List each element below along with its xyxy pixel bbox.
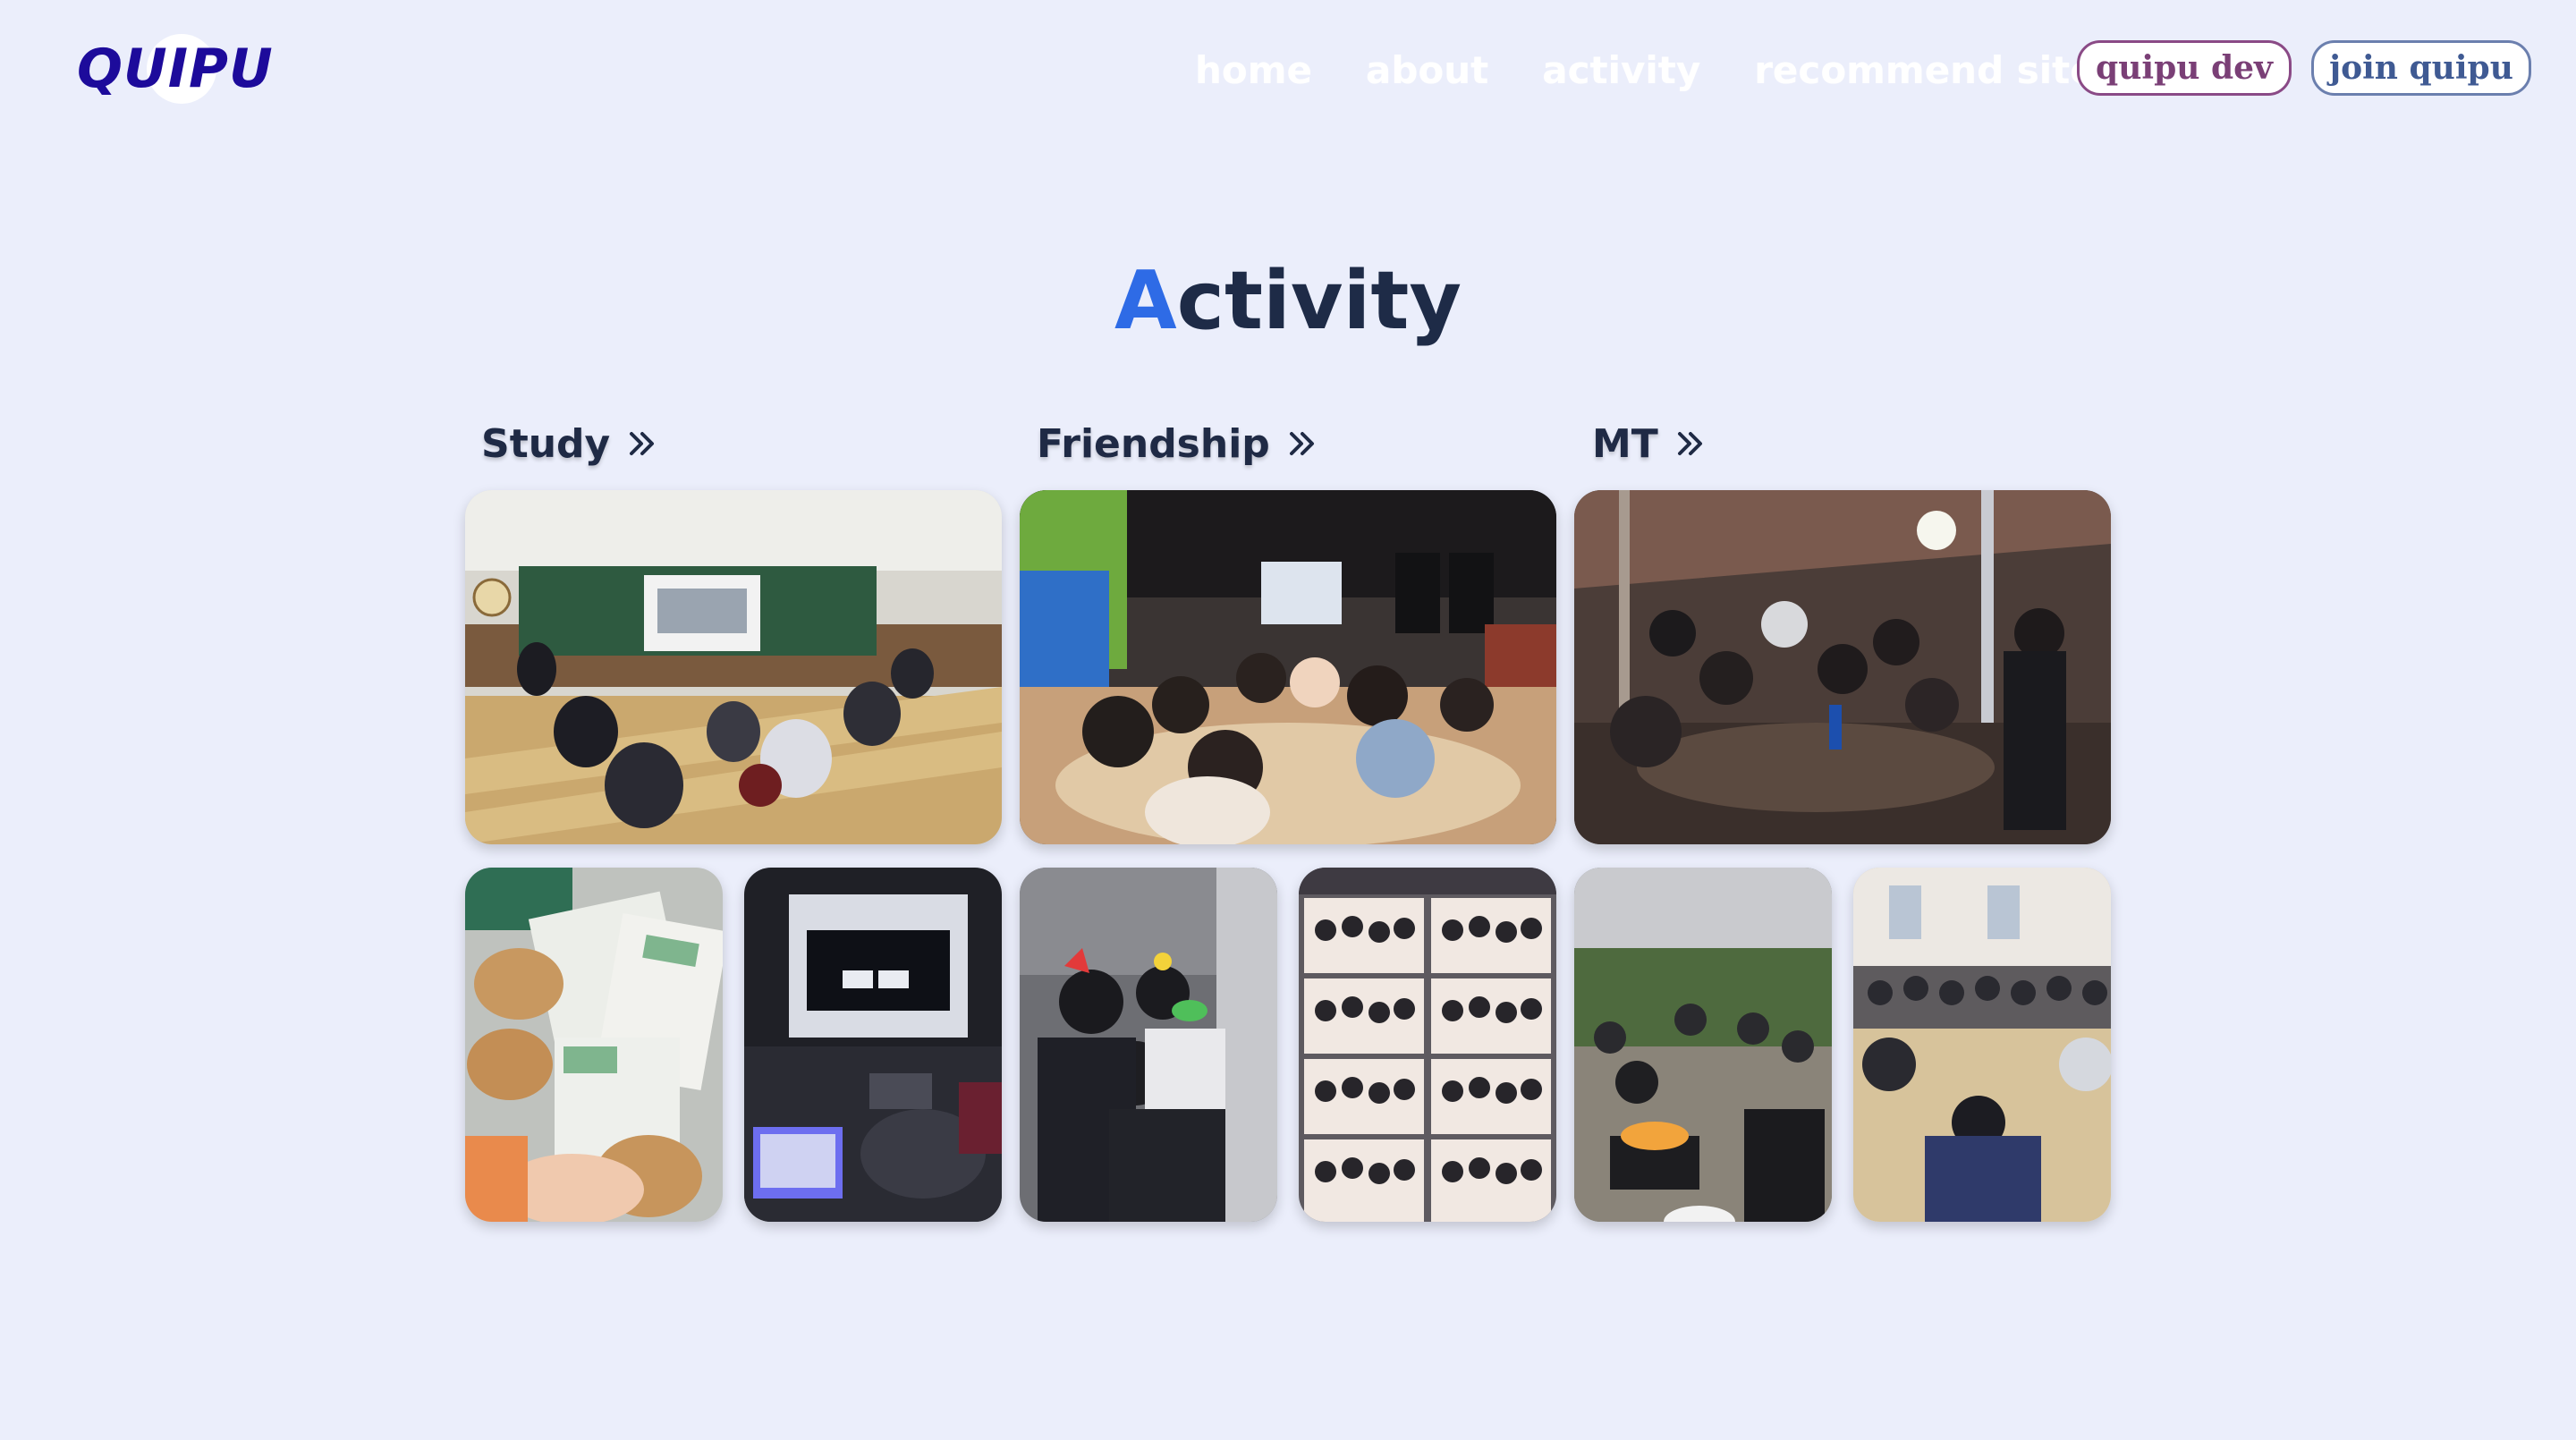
nav-recommend-site[interactable]: recommend site [1754, 48, 2096, 92]
nav-activity[interactable]: activity [1542, 48, 1700, 92]
category-mt[interactable]: MT [1592, 417, 1707, 470]
photo-study-laptop[interactable] [744, 868, 1002, 1222]
photo-friendship-pose[interactable] [1020, 868, 1277, 1222]
category-friendship[interactable]: Friendship [1037, 417, 1318, 470]
category-friendship-label: Friendship [1037, 420, 1270, 467]
logo[interactable]: QUIPU [77, 34, 274, 104]
double-chevron-right-icon [626, 428, 658, 460]
category-study[interactable]: Study [481, 417, 658, 470]
photo-friendship-photobooth[interactable] [1299, 868, 1556, 1222]
double-chevron-right-icon [1286, 428, 1318, 460]
photo-study-classroom[interactable] [465, 490, 1002, 844]
photo-mt-tent[interactable] [1574, 490, 2111, 844]
logo-text: QUIPU [77, 38, 274, 100]
double-chevron-right-icon [1674, 428, 1707, 460]
site-header: QUIPU home about activity recommend site… [0, 0, 2576, 143]
nav-home[interactable]: home [1195, 48, 1312, 92]
page-title: Activity [0, 252, 2576, 351]
quipu-dev-button[interactable]: quipu dev [2077, 40, 2292, 96]
page-title-rest: ctivity [1176, 254, 1462, 348]
photo-study-nametags[interactable] [465, 868, 723, 1222]
photo-mt-floor[interactable] [1853, 868, 2111, 1222]
join-quipu-button[interactable]: join quipu [2311, 40, 2531, 96]
category-mt-label: MT [1592, 420, 1658, 467]
main-nav: home about activity recommend site [1195, 39, 2096, 100]
category-study-label: Study [481, 420, 611, 467]
photo-friendship-dinner[interactable] [1020, 490, 1556, 844]
photo-mt-barbecue[interactable] [1574, 868, 1832, 1222]
nav-about[interactable]: about [1366, 48, 1488, 92]
page-title-accent: A [1114, 254, 1177, 348]
